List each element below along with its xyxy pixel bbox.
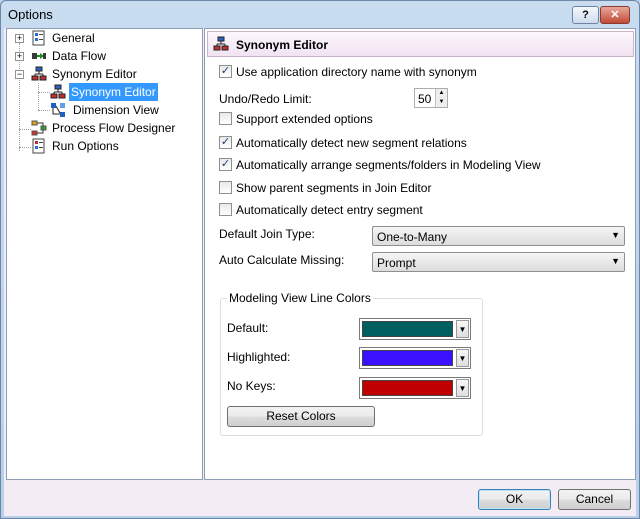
auto-calc-value: Prompt [377,256,416,270]
join-type-value: One-to-Many [377,230,448,244]
default-color-swatch [362,321,453,337]
panel-header: Synonym Editor [207,31,634,57]
tree-item-label: General [52,31,95,45]
tree-item-run-options[interactable]: Run Options [7,137,202,155]
dimension-view-icon [51,103,65,117]
tree-item-general[interactable]: + General [7,29,202,47]
chevron-down-icon[interactable]: ▼ [611,256,620,266]
cancel-button[interactable]: Cancel [558,489,631,510]
checkbox-box[interactable] [219,112,232,125]
process-flow-icon [31,120,47,136]
join-type-select[interactable]: One-to-Many ▼ [372,226,625,246]
title-bar: Options ? ✕ [1,1,639,28]
no-keys-color-swatch [362,380,453,396]
no-keys-color-picker[interactable]: ▼ [359,377,471,399]
close-button[interactable]: ✕ [600,6,630,24]
undo-redo-label: Undo/Redo Limit: [219,92,312,106]
chevron-down-icon[interactable]: ▼ [611,230,620,240]
highlighted-color-picker[interactable]: ▼ [359,347,471,369]
checkmark-icon[interactable]: ✓ [219,158,232,171]
data-flow-icon [32,53,46,59]
default-color-picker[interactable]: ▼ [359,318,471,340]
tree-item-data-flow[interactable]: + Data Flow [7,47,202,65]
checkmark-icon[interactable]: ✓ [219,136,232,149]
chevron-down-icon[interactable]: ▼ [456,320,469,338]
chevron-down-icon[interactable]: ▼ [456,379,469,397]
checkbox-label: Automatically detect entry segment [236,203,423,217]
panel-title: Synonym Editor [236,38,329,52]
collapse-icon[interactable]: − [15,70,24,79]
synonym-editor-icon [31,66,47,81]
checkbox-box[interactable] [219,181,232,194]
general-icon [32,30,45,46]
synonym-editor-icon [50,84,66,99]
group-title: Modeling View Line Colors [227,291,373,305]
checkbox-label: Automatically arrange segments/folders i… [236,158,541,172]
tree-item-label: Synonym Editor [69,83,158,101]
default-color-label: Default: [227,321,269,335]
undo-redo-stepper[interactable]: 50 ▲ ▼ [414,88,448,108]
settings-panel: Synonym Editor ✓ Use application directo… [204,28,636,480]
checkbox-box[interactable] [219,203,232,216]
no-keys-color-label: No Keys: [227,379,276,393]
auto-calc-label: Auto Calculate Missing: [219,253,345,267]
tree-item-label: Run Options [52,139,119,153]
ok-button[interactable]: OK [478,489,551,510]
tree-item-dimension-view[interactable]: Dimension View [7,101,202,119]
checkbox-label: Use application directory name with syno… [236,65,477,79]
expand-icon[interactable]: + [15,34,24,43]
options-window: Options ? ✕ + General + Data Flow − Syno… [0,0,640,519]
synonym-editor-icon [213,36,229,51]
tree-item-label: Synonym Editor [52,67,137,81]
line-colors-group: Modeling View Line Colors Default: ▼ Hig… [220,291,483,436]
tree-item-synonym-editor-sub[interactable]: Synonym Editor [7,83,202,101]
undo-redo-value[interactable]: 50 [418,92,431,106]
highlighted-color-swatch [362,350,453,366]
run-options-icon [32,138,45,154]
auto-calc-select[interactable]: Prompt ▼ [372,252,625,272]
join-type-label: Default Join Type: [219,227,315,241]
tree-item-label: Dimension View [73,103,159,117]
checkmark-icon[interactable]: ✓ [219,65,232,78]
options-tree[interactable]: + General + Data Flow − Synonym Editor S… [6,28,203,480]
checkbox-label: Support extended options [236,112,373,126]
window-title: Options [8,7,53,22]
help-button[interactable]: ? [572,6,599,24]
tree-item-label: Data Flow [52,49,107,63]
highlighted-color-label: Highlighted: [227,350,291,364]
dialog-client: + General + Data Flow − Synonym Editor S… [4,28,636,516]
tree-item-label: Process Flow Designer [52,121,176,135]
spin-down-icon[interactable]: ▼ [436,98,447,107]
spin-up-icon[interactable]: ▲ [436,89,447,98]
chevron-down-icon[interactable]: ▼ [456,349,469,367]
tree-item-process-flow-designer[interactable]: Process Flow Designer [7,119,202,137]
expand-icon[interactable]: + [15,52,24,61]
checkbox-label: Automatically detect new segment relatio… [236,136,467,150]
reset-colors-button[interactable]: Reset Colors [227,406,375,427]
checkbox-label: Show parent segments in Join Editor [236,181,432,195]
tree-item-synonym-editor[interactable]: − Synonym Editor [7,65,202,83]
